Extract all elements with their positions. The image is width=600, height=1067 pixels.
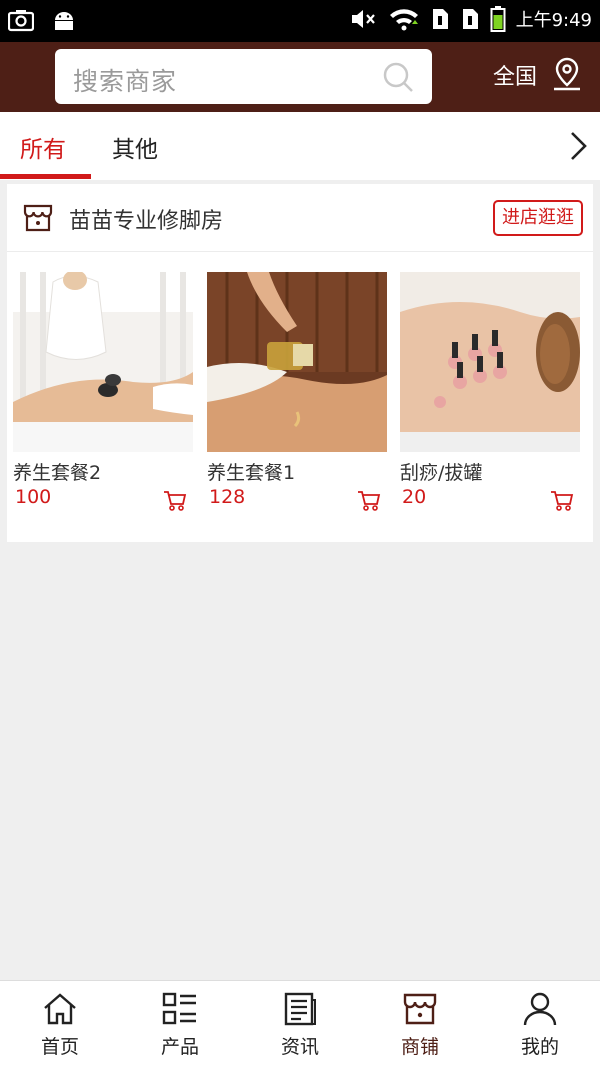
store-header[interactable]: 苗苗专业修脚房 进店逛逛 [7,184,593,252]
product-price: 20 [402,486,427,508]
nav-label: 产品 [160,1036,199,1058]
nav-label: 首页 [40,1036,79,1058]
bottom-navigation: 首页 产品 资讯 商铺 我的 [0,980,600,1067]
user-icon [523,992,557,1026]
android-icon [55,12,73,30]
search-placeholder: 搜索商家 [73,67,178,96]
home-icon [44,993,76,1025]
product-name: 养生套餐2 [13,462,102,484]
product-card[interactable]: 养生套餐1 128 [207,272,387,511]
product-price: 128 [209,486,246,508]
product-image[interactable] [13,272,193,452]
nav-home[interactable]: 首页 [0,981,120,1067]
category-tabs: 所有 其他 [0,112,600,180]
sim2-icon [462,9,478,29]
mute-icon [351,10,375,28]
battery-icon [490,6,506,32]
tab-other[interactable]: 其他 [112,130,158,164]
wifi-icon [389,9,418,31]
cart-icon[interactable] [550,490,574,512]
nav-news[interactable]: 资讯 [240,981,360,1067]
region-selector[interactable]: 全国 [493,59,537,91]
product-card[interactable]: 刮痧/拔罐 20 [400,272,580,511]
nav-label: 资讯 [280,1036,319,1058]
store-card: 苗苗专业修脚房 进店逛逛 养生套餐2 100 养生套餐1 128 刮痧/拔罐 2… [7,184,593,542]
status-bar: 上午9:49 [0,0,600,42]
status-time: 上午9:49 [515,10,592,31]
top-header: 搜索商家 全国 [0,42,600,112]
enter-store-button[interactable]: 进店逛逛 [493,200,583,236]
chevron-right-icon[interactable] [568,130,588,162]
nav-stores[interactable]: 商铺 [360,981,480,1067]
tab-all[interactable]: 所有 [20,130,66,164]
store-icon [403,993,437,1025]
news-icon [284,992,316,1026]
product-name: 刮痧/拔罐 [400,462,483,484]
store-icon [23,204,53,232]
product-card[interactable]: 养生套餐2 100 [13,272,193,511]
product-name: 养生套餐1 [207,462,296,484]
nav-label: 我的 [520,1036,559,1058]
camera-icon [8,10,34,32]
sim1-icon [432,9,448,29]
active-tab-indicator [0,174,91,179]
cart-icon[interactable] [357,490,381,512]
nav-products[interactable]: 产品 [120,981,240,1067]
product-price: 100 [15,486,52,508]
product-image[interactable] [400,272,580,452]
search-icon[interactable] [382,61,414,93]
nav-profile[interactable]: 我的 [480,981,600,1067]
location-pin-icon[interactable] [551,56,583,92]
store-name: 苗苗专业修脚房 [69,209,224,234]
product-image[interactable] [207,272,387,452]
cart-icon[interactable] [163,490,187,512]
grid-list-icon [162,992,196,1025]
nav-label: 商铺 [400,1036,439,1058]
search-input[interactable]: 搜索商家 [55,49,432,104]
